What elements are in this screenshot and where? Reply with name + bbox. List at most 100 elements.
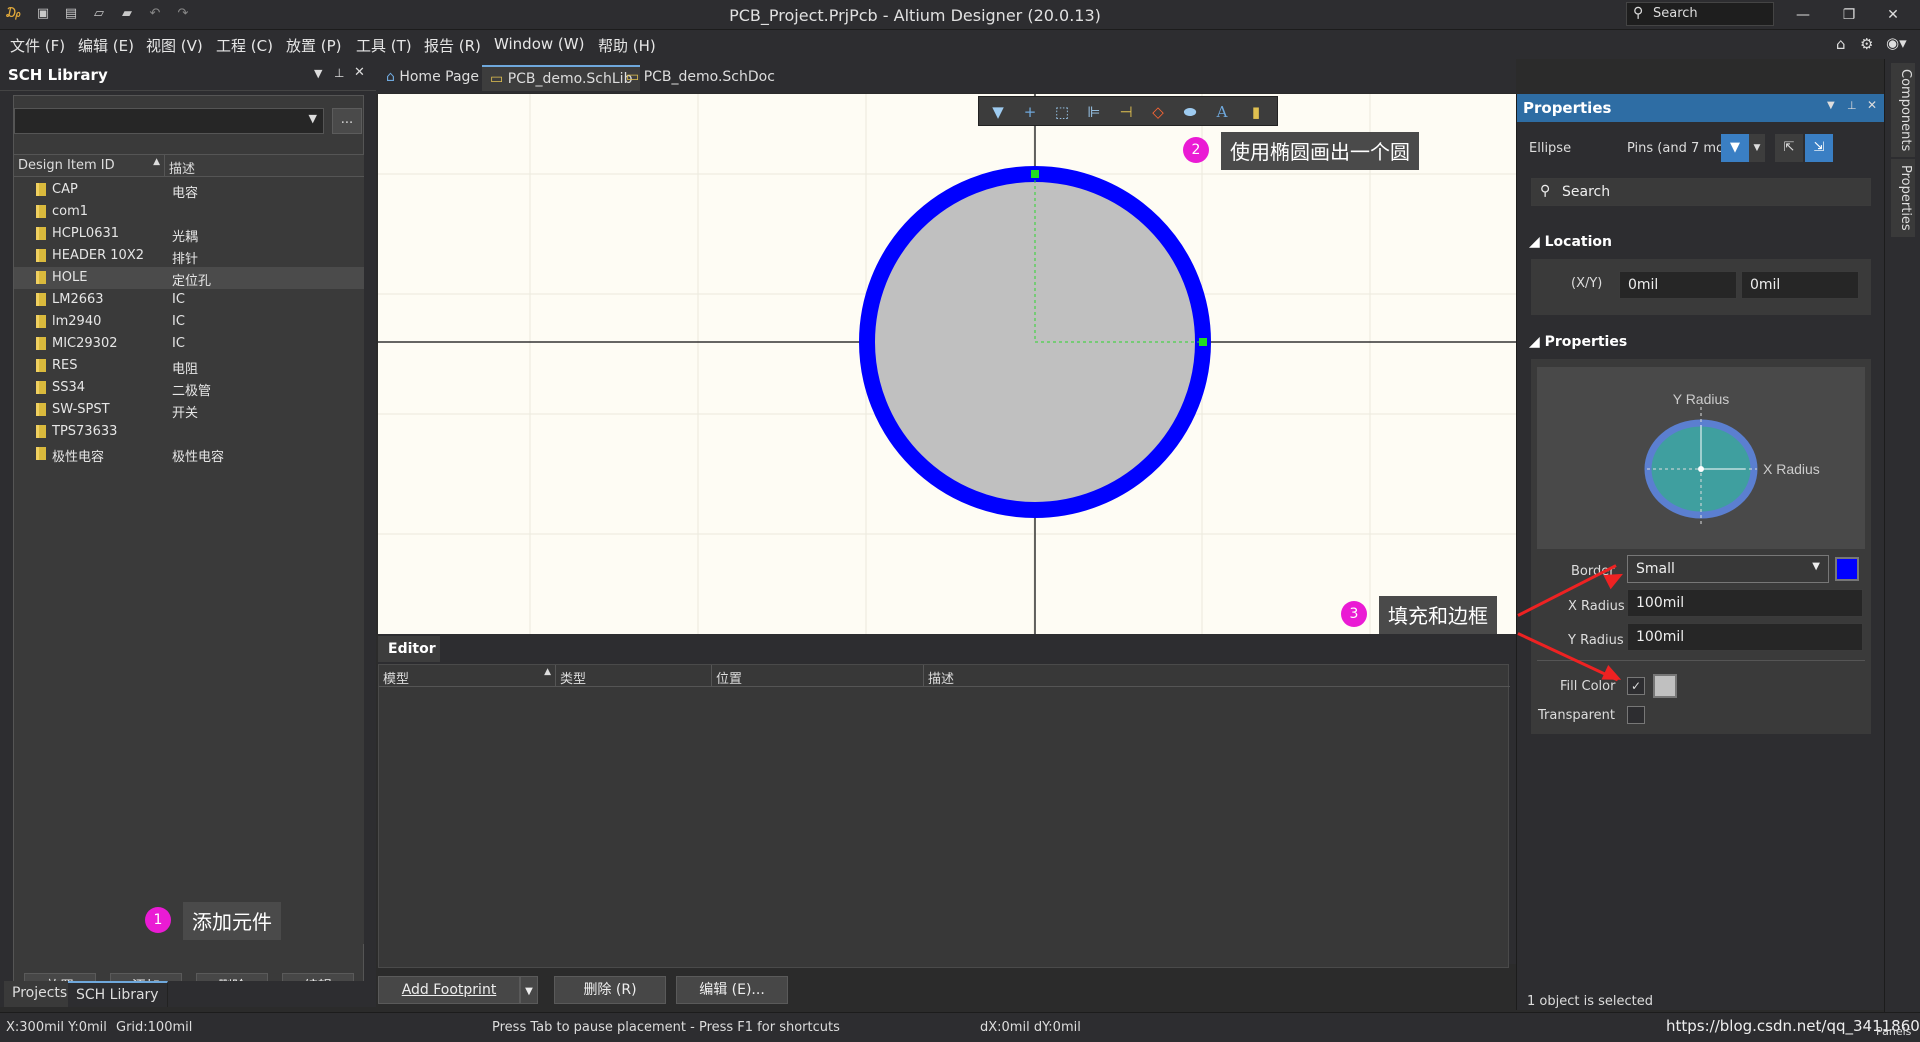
- component-table: Design Item ID ▲ 描述 CAP 电容 com1 HCPL0631 光耦 HE…: [14, 154, 364, 944]
- list-item[interactable]: HEADER 10X2 排针: [14, 245, 364, 267]
- menu-view[interactable]: 视图 (V): [146, 35, 203, 56]
- panel-menu-icon[interactable]: ▼: [1827, 100, 1835, 111]
- search-placeholder: Search: [1562, 184, 1611, 200]
- filter-icon[interactable]: ▼: [985, 101, 1011, 123]
- ellipse-tool-icon[interactable]: ⬬: [1177, 101, 1203, 123]
- y-radius-handle[interactable]: [1031, 170, 1039, 178]
- list-item[interactable]: SS34 二极管: [14, 377, 364, 399]
- component-icon: [36, 403, 46, 416]
- text-tool-icon[interactable]: A: [1209, 101, 1235, 123]
- component-description: 排针: [172, 252, 199, 267]
- menu-file[interactable]: 文件 (F): [10, 35, 65, 56]
- component-icon: [36, 337, 46, 350]
- y-radius-input[interactable]: 100mil: [1627, 623, 1863, 651]
- schdoc-file-icon: ▭: [626, 69, 644, 85]
- fill-color-swatch[interactable]: [1653, 674, 1677, 698]
- column-header-description[interactable]: 描述: [923, 665, 1510, 687]
- tab-schlib[interactable]: ▭ PCB_demo.SchLib: [482, 65, 641, 91]
- restore-button[interactable]: ❐: [1832, 3, 1866, 27]
- properties-search-input[interactable]: ⚲ Search: [1531, 178, 1871, 206]
- user-icon[interactable]: ◉▾: [1886, 34, 1907, 52]
- location-section-title[interactable]: ◢ Location: [1529, 234, 1612, 250]
- cross-move-icon[interactable]: +: [1017, 101, 1043, 123]
- border-color-swatch[interactable]: [1835, 557, 1859, 581]
- menu-window[interactable]: Window (W): [494, 35, 584, 53]
- part-icon[interactable]: ▮: [1243, 101, 1269, 123]
- diagram-y-radius-label: Y Radius: [1673, 391, 1730, 407]
- align-icon[interactable]: ⊫: [1081, 101, 1107, 123]
- list-item[interactable]: HOLE 定位孔: [14, 267, 364, 289]
- callout-fill-border: 填充和边框: [1379, 596, 1497, 634]
- shape-icon[interactable]: ◇: [1145, 101, 1171, 123]
- properties-panel: Properties ▼ ⊥ ✕ Ellipse Pins (and 7 mor…: [1516, 94, 1885, 1010]
- object-type: Ellipse: [1529, 141, 1572, 156]
- component-description: 二极管: [172, 384, 212, 399]
- list-item[interactable]: CAP 电容: [14, 179, 364, 201]
- menu-tools[interactable]: 工具 (T): [356, 35, 412, 56]
- column-header-id[interactable]: Design Item ID ▲: [14, 155, 164, 177]
- x-radius-handle[interactable]: [1199, 338, 1207, 346]
- pin-icon[interactable]: ⊥: [334, 66, 344, 80]
- tab-projects[interactable]: Projects: [4, 981, 77, 1007]
- step-badge-2: 2: [1183, 137, 1209, 163]
- add-footprint-button[interactable]: Add Footprint: [378, 976, 520, 1004]
- menu-help[interactable]: 帮助 (H): [598, 35, 656, 56]
- edit-model-button[interactable]: 编辑 (E)...: [676, 976, 788, 1004]
- filter-dropdown[interactable]: ▼: [1749, 134, 1765, 162]
- library-more-button[interactable]: ...: [332, 108, 362, 134]
- component-icon: [36, 227, 46, 240]
- fill-color-checkbox[interactable]: ✓: [1627, 677, 1645, 695]
- properties-section-title[interactable]: ◢ Properties: [1529, 334, 1627, 350]
- y-location-input[interactable]: 0mil: [1741, 271, 1859, 299]
- tab-home-page[interactable]: ⌂ Home Page: [378, 65, 487, 91]
- gear-icon[interactable]: ⚙: [1860, 35, 1873, 53]
- tab-schdoc[interactable]: ▭ PCB_demo.SchDoc: [618, 65, 783, 91]
- select-mode-icon[interactable]: ⇱: [1775, 134, 1803, 162]
- x-radius-input[interactable]: 100mil: [1627, 589, 1863, 617]
- list-item[interactable]: SW-SPST 开关: [14, 399, 364, 421]
- tab-properties[interactable]: Properties: [1891, 159, 1915, 237]
- menu-place[interactable]: 放置 (P): [286, 35, 342, 56]
- editor-tab[interactable]: Editor: [378, 636, 440, 662]
- list-item[interactable]: MIC29302 IC: [14, 333, 364, 355]
- list-item[interactable]: lm2940 IC: [14, 311, 364, 333]
- close-button[interactable]: ✕: [1876, 3, 1910, 27]
- list-item[interactable]: HCPL0631 光耦: [14, 223, 364, 245]
- list-item[interactable]: com1: [14, 201, 364, 223]
- column-header-desc[interactable]: 描述: [164, 155, 364, 177]
- panels-button[interactable]: Panels: [1876, 1025, 1911, 1038]
- list-item[interactable]: 极性电容 极性电容: [14, 443, 364, 465]
- x-location-input[interactable]: 0mil: [1619, 271, 1737, 299]
- library-filter-select[interactable]: ▼: [14, 108, 324, 134]
- list-item[interactable]: TPS73633: [14, 421, 364, 443]
- menu-edit[interactable]: 编辑 (E): [78, 35, 134, 56]
- component-id: TPS73633: [52, 424, 118, 439]
- global-search-input[interactable]: ⚲ Search: [1626, 2, 1774, 26]
- transparent-checkbox[interactable]: [1627, 706, 1645, 724]
- panel-menu-icon[interactable]: ▼: [314, 67, 322, 80]
- panel-close-icon[interactable]: ✕: [354, 65, 365, 80]
- select-rect-icon[interactable]: ⬚: [1049, 101, 1075, 123]
- list-item[interactable]: LM2663 IC: [14, 289, 364, 311]
- add-footprint-dropdown[interactable]: ▼: [520, 976, 538, 1004]
- column-header-model[interactable]: 模型 ▲: [379, 665, 555, 687]
- minimize-button[interactable]: —: [1786, 3, 1820, 27]
- home-icon[interactable]: ⌂: [1836, 35, 1846, 53]
- border-width-select[interactable]: Small ▼: [1627, 555, 1829, 583]
- pin-icon[interactable]: ⊥: [1847, 99, 1857, 112]
- list-item[interactable]: RES 电阻: [14, 355, 364, 377]
- tab-sch-library[interactable]: SCH Library: [68, 981, 168, 1007]
- schematic-canvas[interactable]: [378, 94, 1516, 634]
- place-pin-icon[interactable]: ⊣: [1113, 101, 1139, 123]
- select-pointer-icon[interactable]: ⇲: [1805, 134, 1833, 162]
- chevron-down-icon: ▼: [525, 986, 533, 997]
- tab-components[interactable]: Components: [1891, 63, 1915, 158]
- menu-project[interactable]: 工程 (C): [216, 35, 273, 56]
- column-header-location[interactable]: 位置: [711, 665, 923, 687]
- column-header-type[interactable]: 类型: [555, 665, 711, 687]
- menu-reports[interactable]: 报告 (R): [424, 35, 481, 56]
- remove-model-button[interactable]: 删除 (R): [554, 976, 666, 1004]
- panel-close-icon[interactable]: ✕: [1867, 98, 1877, 112]
- properties-header: Properties ▼ ⊥ ✕: [1517, 94, 1885, 122]
- filter-button[interactable]: ▼: [1721, 134, 1749, 162]
